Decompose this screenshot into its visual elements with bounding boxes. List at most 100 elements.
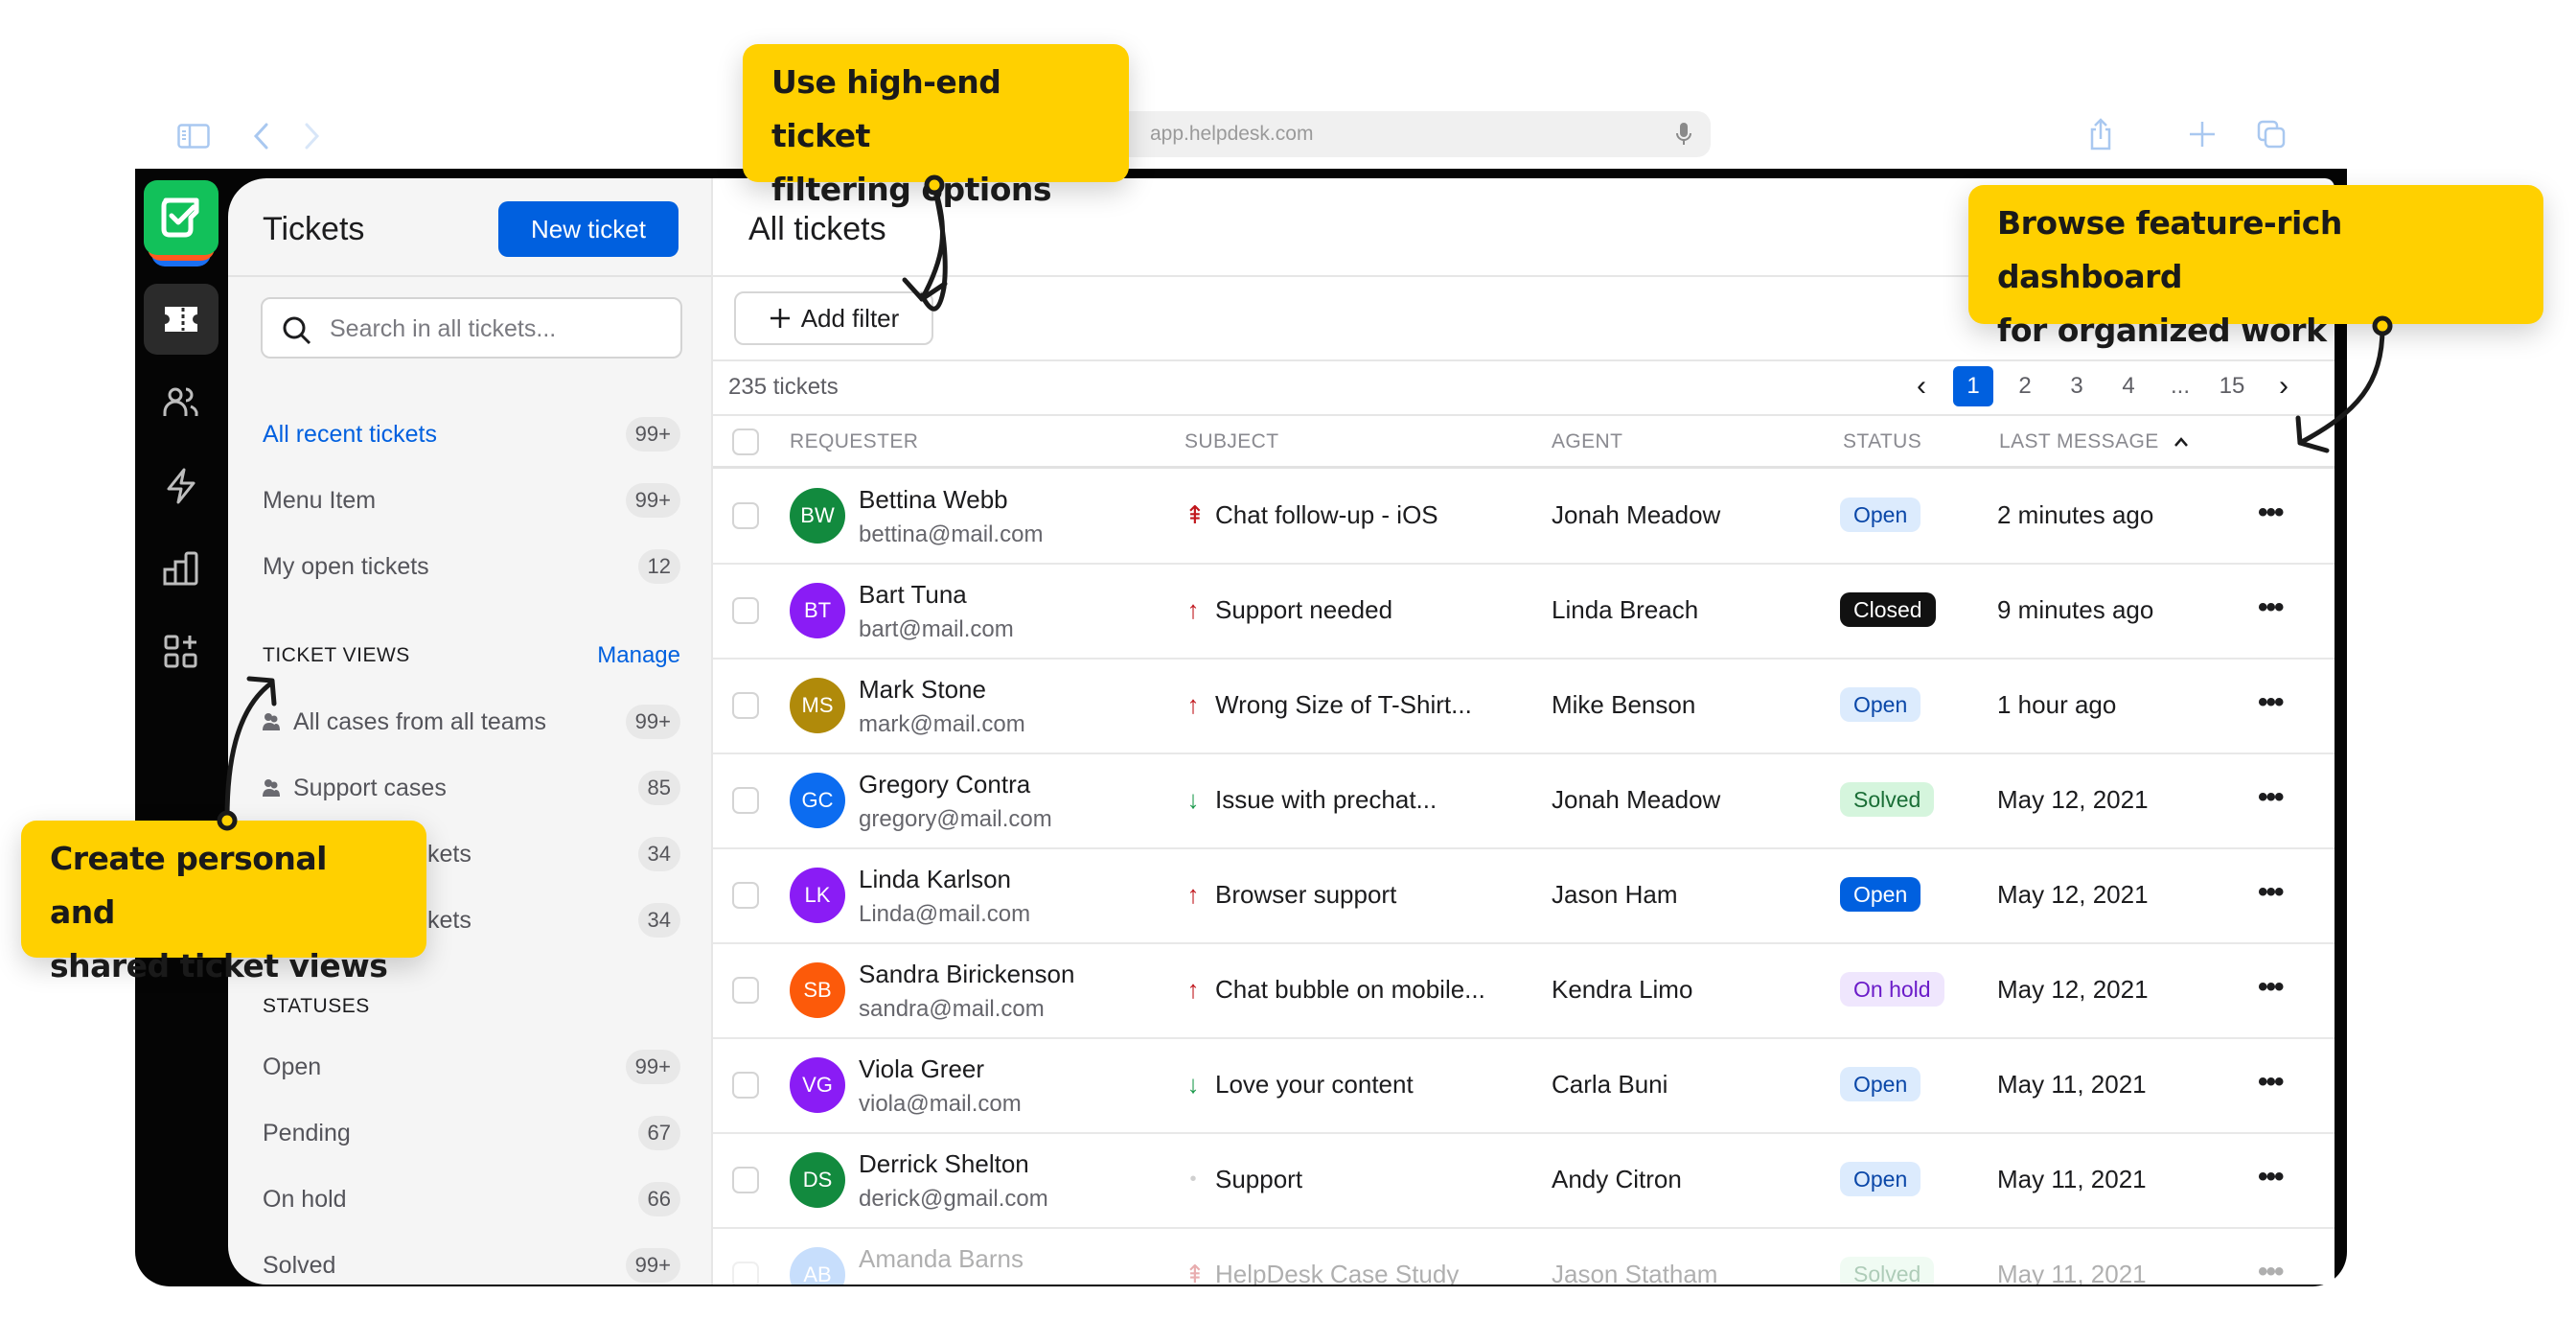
sidebar-toggle-icon[interactable]	[174, 117, 213, 155]
sidebar-status-pending[interactable]: Pending 67	[263, 1109, 680, 1157]
agent-name: Linda Breach	[1552, 595, 1699, 624]
search-input[interactable]	[330, 313, 665, 345]
subject-text: Wrong Size of T-Shirt...	[1215, 690, 1472, 719]
url-text[interactable]: app.helpdesk.com	[1150, 123, 1313, 146]
next-page-button[interactable]: ›	[2258, 366, 2310, 406]
row-checkbox[interactable]	[732, 502, 759, 529]
share-icon[interactable]	[2082, 115, 2120, 153]
ticket-subject[interactable]: ↑ Wrong Size of T-Shirt...	[1184, 690, 1472, 720]
rail-item-integrations[interactable]	[144, 616, 218, 687]
column-last-message[interactable]: LAST MESSAGE	[1999, 430, 2190, 453]
table-row[interactable]: LK Linda Karlson Linda@mail.com ↑ Browser su…	[713, 849, 2334, 944]
ticket-subject[interactable]: ⇞ HelpDesk Case Study	[1184, 1260, 1459, 1285]
new-ticket-button[interactable]: New ticket	[498, 201, 678, 257]
rail-item-reports[interactable]	[144, 533, 218, 604]
row-checkbox[interactable]	[732, 787, 759, 814]
more-actions-icon[interactable]: •••	[2258, 971, 2284, 1004]
requester-name[interactable]: Derrick Shelton	[859, 1149, 1029, 1179]
sidebar-view-support-cases[interactable]: Support cases 85	[263, 764, 680, 812]
table-row[interactable]: BT Bart Tuna bart@mail.com ↑ Support needed L…	[713, 565, 2334, 660]
requester-name[interactable]: Bettina Webb	[859, 485, 1008, 515]
sidebar-item-all-recent-tickets[interactable]: All recent tickets 99+	[263, 410, 680, 458]
requester-name[interactable]: Amanda Barns	[859, 1244, 1024, 1274]
priority-high-icon: ↑	[1186, 595, 1200, 624]
table-row[interactable]: AB Amanda Barns ⇞ HelpDesk Case Study Jason …	[713, 1229, 2334, 1285]
manage-views-link[interactable]: Manage	[597, 642, 680, 669]
row-checkbox[interactable]	[732, 1262, 759, 1285]
ticket-subject[interactable]: ↓ Issue with prechat...	[1184, 785, 1438, 815]
sidebar-status-open[interactable]: Open 99+	[263, 1043, 680, 1091]
rail-item-customers[interactable]	[144, 367, 218, 438]
more-actions-icon[interactable]: •••	[2258, 1256, 2284, 1285]
table-row[interactable]: VG Viola Greer viola@mail.com ↓ Love your co…	[713, 1039, 2334, 1134]
tabs-icon[interactable]	[2252, 115, 2290, 153]
select-all-checkbox[interactable]	[732, 428, 759, 455]
sidebar-item-menu-item[interactable]: Menu Item 99+	[263, 476, 680, 524]
table-row[interactable]: DS Derrick Shelton derick@gmail.com • Suppor…	[713, 1134, 2334, 1229]
table-row[interactable]: SB Sandra Birickenson sandra@mail.com ↑ Chat…	[713, 944, 2334, 1039]
ticket-subject[interactable]: ↑ Support needed	[1184, 595, 1393, 625]
row-checkbox[interactable]	[732, 1072, 759, 1099]
column-requester[interactable]: REQUESTER	[790, 430, 918, 453]
page-15-button[interactable]: 15	[2206, 366, 2258, 406]
requester-name[interactable]: Linda Karlson	[859, 865, 1011, 894]
table-row[interactable]: GC Gregory Contra gregory@mail.com ↓ Issue w…	[713, 754, 2334, 849]
rail-item-tickets[interactable]	[144, 284, 218, 355]
more-actions-icon[interactable]: •••	[2258, 497, 2284, 529]
more-actions-icon[interactable]: •••	[2258, 686, 2284, 719]
row-checkbox[interactable]	[732, 882, 759, 909]
row-checkbox[interactable]	[732, 692, 759, 719]
ticket-subject[interactable]: ↑ Browser support	[1184, 880, 1397, 910]
sidebar-status-on-hold[interactable]: On hold 66	[263, 1175, 680, 1223]
count-badge: 99+	[625, 1050, 680, 1084]
requester-name[interactable]: Viola Greer	[859, 1054, 984, 1084]
ticket-subject[interactable]: ↑ Chat bubble on mobile...	[1184, 975, 1485, 1005]
microphone-icon[interactable]	[1674, 121, 1693, 148]
address-bar[interactable]: app.helpdesk.com	[1045, 111, 1711, 157]
more-actions-icon[interactable]: •••	[2258, 781, 2284, 814]
more-actions-icon[interactable]: •••	[2258, 1161, 2284, 1193]
row-checkbox[interactable]	[732, 597, 759, 624]
more-actions-icon[interactable]: •••	[2258, 591, 2284, 624]
row-checkbox[interactable]	[732, 977, 759, 1004]
ticket-subject[interactable]: ↓ Love your content	[1184, 1070, 1414, 1100]
page-1-button[interactable]: 1	[1953, 366, 1993, 406]
new-tab-icon[interactable]	[2183, 115, 2221, 153]
column-subject[interactable]: SUBJECT	[1184, 430, 1278, 453]
column-status[interactable]: STATUS	[1843, 430, 1921, 453]
sidebar-view-all-cases[interactable]: All cases from all teams 99+	[263, 698, 680, 746]
add-filter-button[interactable]: Add filter	[734, 291, 933, 345]
subject-text: Issue with prechat...	[1215, 785, 1438, 814]
forward-icon[interactable]	[292, 117, 331, 155]
requester-email: Linda@mail.com	[859, 901, 1031, 927]
app-logo[interactable]	[144, 180, 218, 255]
more-actions-icon[interactable]: •••	[2258, 1066, 2284, 1099]
page-2-button[interactable]: 2	[1999, 366, 2051, 406]
requester-name[interactable]: Gregory Contra	[859, 770, 1030, 799]
prev-page-button[interactable]: ‹	[1896, 366, 1947, 406]
page-4-button[interactable]: 4	[2103, 366, 2154, 406]
ticket-subject[interactable]: • Support	[1184, 1165, 1302, 1194]
back-icon[interactable]	[242, 117, 281, 155]
column-agent[interactable]: AGENT	[1552, 430, 1622, 453]
page-3-button[interactable]: 3	[2051, 366, 2103, 406]
search-box[interactable]	[261, 297, 682, 359]
add-filter-label: Add filter	[800, 303, 900, 333]
rail-item-automations[interactable]	[144, 451, 218, 521]
row-checkbox[interactable]	[732, 1167, 759, 1193]
subject-text: Chat follow-up - iOS	[1215, 500, 1438, 529]
count-badge: 99+	[625, 417, 680, 452]
ticket-icon	[165, 307, 197, 332]
ticket-subject[interactable]: ⇞ Chat follow-up - iOS	[1184, 500, 1438, 530]
sidebar-item-label: Support cases	[293, 774, 447, 801]
sidebar-status-solved[interactable]: Solved 99+	[263, 1241, 680, 1285]
table-row[interactable]: MS Mark Stone mark@mail.com ↑ Wrong Size of …	[713, 660, 2334, 754]
requester-name[interactable]: Bart Tuna	[859, 580, 967, 610]
sidebar-item-label: Solved	[263, 1251, 336, 1279]
sort-ascending-icon[interactable]	[2173, 436, 2190, 448]
requester-name[interactable]: Mark Stone	[859, 675, 986, 705]
table-row[interactable]: BW Bettina Webb bettina@mail.com ⇞ Chat foll…	[713, 470, 2334, 565]
more-actions-icon[interactable]: •••	[2258, 876, 2284, 909]
requester-name[interactable]: Sandra Birickenson	[859, 960, 1074, 989]
sidebar-item-my-open-tickets[interactable]: My open tickets 12	[263, 543, 680, 590]
